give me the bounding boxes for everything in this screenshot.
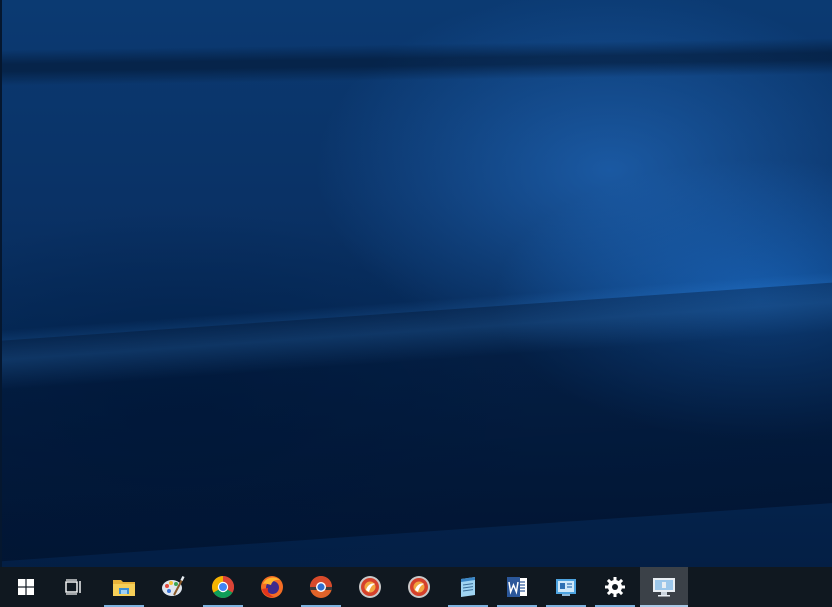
screen-edge	[0, 0, 2, 567]
chrome-variant-icon	[309, 575, 333, 599]
taskbar-app-notepad[interactable]	[444, 567, 492, 607]
taskbar	[0, 567, 832, 607]
start-button[interactable]	[2, 567, 50, 607]
taskbar-app-settings[interactable]	[591, 567, 639, 607]
taskbar-app-paint[interactable]	[149, 567, 197, 607]
control-panel-icon	[554, 576, 578, 598]
taskbar-app-red-2[interactable]	[395, 567, 443, 607]
word-icon	[505, 575, 529, 599]
wallpaper-beam	[0, 37, 832, 87]
taskbar-app-red-1[interactable]	[346, 567, 394, 607]
red-circle-app-icon	[358, 575, 382, 599]
taskbar-app-control-panel[interactable]	[542, 567, 590, 607]
taskbar-app-word[interactable]	[493, 567, 541, 607]
red-circle-app-icon	[407, 575, 431, 599]
taskbar-app-firefox[interactable]	[248, 567, 296, 607]
folder-icon	[112, 576, 136, 598]
desktop-wallpaper	[0, 0, 832, 567]
windows-logo-icon	[18, 579, 34, 595]
taskbar-app-chrome[interactable]	[199, 567, 247, 607]
taskbar-app-file-explorer[interactable]	[100, 567, 148, 607]
task-view-icon	[65, 579, 83, 595]
taskbar-app-remote-desktop[interactable]	[640, 567, 688, 607]
firefox-icon	[260, 575, 284, 599]
wallpaper-shadow	[0, 276, 832, 565]
taskbar-app-chrome-canary[interactable]	[297, 567, 345, 607]
monitor-icon	[651, 576, 677, 598]
task-view-button[interactable]	[50, 567, 98, 607]
paint-palette-icon	[161, 575, 185, 599]
notepad-icon	[456, 575, 480, 599]
chrome-icon	[211, 575, 235, 599]
gear-icon	[604, 576, 626, 598]
